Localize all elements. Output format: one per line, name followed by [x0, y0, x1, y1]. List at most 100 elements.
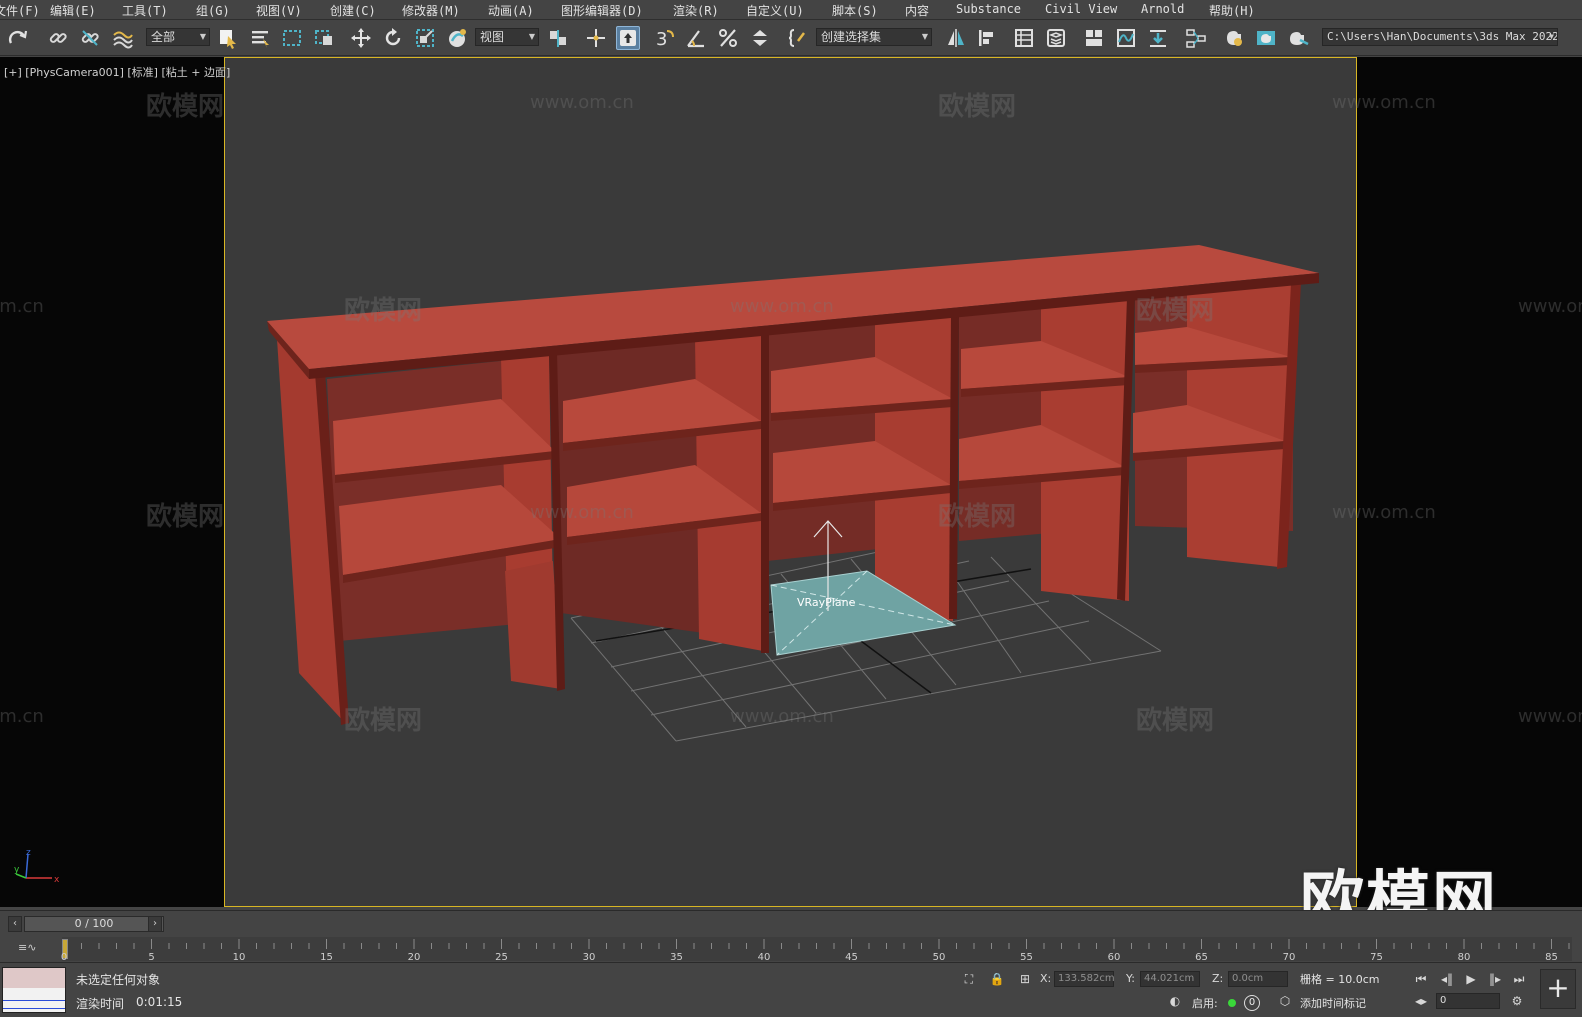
- adaptive-degradation-icon[interactable]: ◐: [1166, 993, 1184, 1009]
- menu-file[interactable]: 文件(F): [0, 2, 40, 19]
- menu-customize[interactable]: 自定义(U): [746, 2, 804, 19]
- rotate-icon[interactable]: [381, 26, 405, 50]
- mirror-icon[interactable]: [944, 26, 968, 50]
- camera-viewport[interactable]: VRayPlane: [224, 57, 1357, 907]
- viewport-letterbox-right: [1357, 57, 1582, 907]
- axis-tripod-icon: x z y: [14, 848, 60, 885]
- schematic-view-icon[interactable]: [1184, 26, 1208, 50]
- select-manipulate-icon[interactable]: [584, 26, 608, 50]
- menu-view[interactable]: 视图(V): [256, 2, 302, 19]
- axis-y-label: y: [14, 865, 20, 875]
- selection-filter-dropdown[interactable]: 全部 ▼: [146, 28, 210, 46]
- menu-rendering[interactable]: 渲染(R): [673, 2, 719, 19]
- menu-civil-view[interactable]: Civil View: [1045, 2, 1117, 16]
- rendered-frame-window-icon[interactable]: [1254, 26, 1278, 50]
- menu-edit[interactable]: 编辑(E): [50, 2, 96, 19]
- select-object-icon[interactable]: [216, 26, 240, 50]
- select-by-name-icon[interactable]: [248, 26, 272, 50]
- time-configuration-icon[interactable]: ⚙: [1508, 993, 1526, 1009]
- time-tag-icon[interactable]: ⬡: [1276, 993, 1294, 1009]
- next-frame-arrow[interactable]: ›: [148, 916, 162, 932]
- x-coord-label: X:: [1040, 972, 1052, 985]
- layer-explorer-icon[interactable]: [1044, 26, 1068, 50]
- menu-tools[interactable]: 工具(T): [122, 2, 168, 19]
- named-selection-value: 创建选择集: [821, 30, 882, 44]
- project-path: C:\Users\Han\Documents\3ds Max 2022: [1327, 30, 1558, 43]
- pivot-center-icon[interactable]: [546, 26, 570, 50]
- menu-substance[interactable]: Substance: [956, 2, 1021, 16]
- isolate-selection-icon[interactable]: ⛶: [960, 971, 978, 987]
- time-slider-panel: ‹ 0 / 100 › ≡∿ 0 5 10 15 20 25 30 35 40 45 50 55 60 6…: [0, 910, 1582, 963]
- scene-render: VRayPlane: [267, 245, 1319, 742]
- keyboard-shortcut-override-icon[interactable]: [616, 26, 640, 50]
- selection-lock-icon[interactable]: 🔒: [988, 971, 1006, 987]
- current-frame-field[interactable]: 0: [1436, 993, 1500, 1009]
- angle-snap-icon[interactable]: [684, 26, 708, 50]
- menu-group[interactable]: 组(G): [196, 2, 230, 19]
- viewport-letterbox-left: [0, 57, 224, 907]
- reference-coordinate-dropdown[interactable]: 视图 ▼: [475, 28, 539, 46]
- menu-modifiers[interactable]: 修改器(M): [402, 2, 460, 19]
- enable-count[interactable]: 0: [1244, 995, 1260, 1011]
- next-frame-icon[interactable]: ‖▸: [1486, 971, 1504, 987]
- play-icon[interactable]: ▶: [1462, 971, 1480, 987]
- window-crossing-icon[interactable]: [312, 26, 336, 50]
- add-time-tag[interactable]: 添加时间标记: [1300, 995, 1366, 1011]
- menu-arnold[interactable]: Arnold: [1141, 2, 1184, 16]
- menu-animation[interactable]: 动画(A): [488, 2, 534, 19]
- link-icon[interactable]: [46, 26, 70, 50]
- align-icon[interactable]: [974, 26, 998, 50]
- status-indicator-icon: [1228, 999, 1236, 1007]
- render-setup-icon[interactable]: [1222, 26, 1246, 50]
- viewport-navigation-plus-icon[interactable]: +: [1540, 969, 1576, 1009]
- timeline-ticks: [63, 939, 1570, 949]
- redo-icon[interactable]: [6, 26, 30, 50]
- menu-graph-editors[interactable]: 图形编辑器(D): [561, 2, 643, 19]
- z-coord-field[interactable]: 0.0cm: [1228, 971, 1288, 987]
- scene-explorer-icon[interactable]: [1012, 26, 1036, 50]
- placement-icon[interactable]: [445, 26, 469, 50]
- selection-filter-value: 全部: [151, 30, 176, 44]
- vray-plane-label: VRayPlane: [797, 596, 856, 609]
- scale-icon[interactable]: [413, 26, 437, 50]
- previous-frame-icon[interactable]: ◂‖: [1438, 971, 1456, 987]
- timeline-track[interactable]: 0 5 10 15 20 25 30 35 40 45 50 55 60 65 70 75 80 85: [61, 937, 1572, 963]
- render-production-icon[interactable]: [1286, 26, 1310, 50]
- edit-named-selection-icon[interactable]: [786, 26, 810, 50]
- menu-content[interactable]: 内容: [905, 2, 929, 19]
- go-to-end-icon[interactable]: ⏭: [1510, 971, 1528, 987]
- rectangular-selection-icon[interactable]: [280, 26, 304, 50]
- chevron-down-icon: ▼: [1549, 32, 1554, 41]
- frame-display: 0 / 100: [74, 917, 114, 930]
- menu-help[interactable]: 帮助(H): [1209, 2, 1255, 19]
- move-icon[interactable]: [349, 26, 373, 50]
- menu-create[interactable]: 创建(C): [330, 2, 376, 19]
- bind-space-warp-icon[interactable]: [110, 26, 134, 50]
- named-selection-dropdown[interactable]: 创建选择集 ▼: [816, 28, 932, 46]
- dope-sheet-icon[interactable]: [1146, 26, 1170, 50]
- curve-editor-toggle-icon[interactable]: ≡∿: [18, 941, 36, 954]
- chevron-down-icon: ▼: [199, 32, 206, 41]
- percent-snap-icon[interactable]: [716, 26, 740, 50]
- spinner-snap-icon[interactable]: [748, 26, 772, 50]
- chevron-down-icon: ▼: [921, 32, 928, 41]
- main-toolbar: 全部 ▼ 视图 ▼ 3 创建选择集 ▼ C:\Users\Han\Documents\…: [0, 20, 1582, 56]
- toggle-ribbon-icon[interactable]: [1082, 26, 1106, 50]
- prev-frame-arrow[interactable]: ‹: [8, 916, 22, 932]
- y-coord-field[interactable]: 44.021cm: [1140, 971, 1200, 987]
- curve-editor-icon[interactable]: [1114, 26, 1138, 50]
- absolute-mode-icon[interactable]: ⊞: [1016, 971, 1034, 987]
- status-bar: 未选定任何对象 渲染时间 0:01:15 ⛶ 🔒 ⊞ X: 133.582cm …: [0, 962, 1582, 1017]
- snap-label: 3: [656, 29, 667, 49]
- key-mode-icon[interactable]: ◂▸: [1412, 993, 1430, 1009]
- project-folder-dropdown[interactable]: C:\Users\Han\Documents\3ds Max 2022 ▼: [1322, 28, 1558, 46]
- maxscript-listener-mini[interactable]: [2, 967, 66, 1013]
- unlink-icon[interactable]: [78, 26, 102, 50]
- go-to-start-icon[interactable]: ⏮: [1412, 971, 1430, 987]
- time-slider[interactable]: 0 / 100: [24, 916, 164, 932]
- snaps-toggle-icon[interactable]: 3: [652, 26, 676, 50]
- x-coord-field[interactable]: 133.582cm: [1054, 971, 1115, 987]
- reference-coordinate-value: 视图: [480, 30, 505, 44]
- viewport-label[interactable]: [+] [PhysCamera001] [标准] [粘土 + 边面]: [4, 64, 230, 80]
- menu-scripting[interactable]: 脚本(S): [832, 2, 878, 19]
